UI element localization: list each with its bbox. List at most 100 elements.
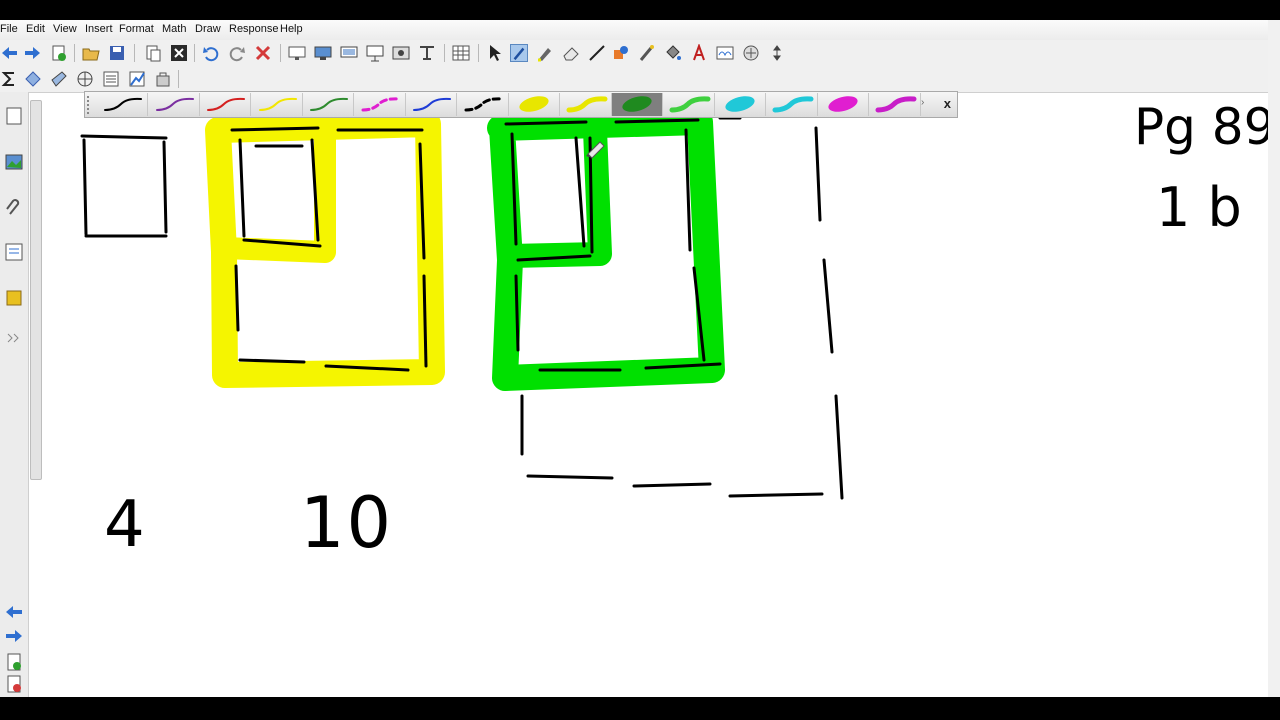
line-icon[interactable] bbox=[588, 44, 606, 62]
main-toolbar bbox=[0, 40, 1280, 66]
pen-swatch[interactable] bbox=[818, 93, 869, 116]
pen-color-mark bbox=[725, 96, 755, 112]
magic-pen-icon[interactable] bbox=[638, 44, 656, 62]
open-icon[interactable] bbox=[82, 44, 100, 62]
pen-swatch[interactable] bbox=[97, 93, 148, 116]
delete-page-sidebar-icon[interactable] bbox=[4, 674, 24, 694]
undo-icon[interactable] bbox=[202, 44, 220, 62]
right-sidebar-edge bbox=[1268, 20, 1280, 697]
vertical-scrollbar[interactable] bbox=[30, 100, 42, 480]
menu-response[interactable]: Response bbox=[229, 23, 279, 35]
pen-swatch[interactable] bbox=[200, 93, 251, 116]
pen-stroke-icon bbox=[464, 97, 503, 112]
redo-icon[interactable] bbox=[228, 44, 246, 62]
pen-color-mark bbox=[464, 97, 503, 112]
pen-color-mark bbox=[669, 96, 710, 113]
menu-insert[interactable]: Insert bbox=[85, 23, 113, 35]
pen-swatch[interactable] bbox=[561, 93, 612, 116]
eraser-icon[interactable] bbox=[562, 44, 580, 62]
menu-edit[interactable]: Edit bbox=[26, 23, 45, 35]
pen-color-mark bbox=[361, 97, 400, 112]
pen-swatch[interactable] bbox=[715, 93, 766, 116]
pen-swatch[interactable] bbox=[355, 93, 406, 116]
pen-stroke-icon bbox=[207, 97, 245, 111]
add-page-icon[interactable] bbox=[50, 44, 68, 62]
pen-icon[interactable] bbox=[510, 44, 528, 62]
delete-icon[interactable] bbox=[254, 44, 272, 62]
display-icon[interactable] bbox=[314, 44, 332, 62]
chart-icon[interactable] bbox=[102, 70, 120, 88]
pen-swatch[interactable] bbox=[303, 93, 354, 116]
pen-stroke-icon bbox=[566, 96, 607, 113]
add-page-sidebar-icon[interactable] bbox=[4, 652, 24, 672]
pen-swatch[interactable] bbox=[612, 93, 663, 116]
toolbar-separator bbox=[444, 44, 445, 62]
pen-color-mark bbox=[155, 97, 194, 111]
page-sorter-icon[interactable] bbox=[4, 106, 24, 126]
screen-shade-icon[interactable] bbox=[288, 44, 306, 62]
secondary-toolbar bbox=[0, 66, 1280, 93]
pen-swatch[interactable] bbox=[509, 93, 560, 116]
menu-help[interactable]: Help bbox=[280, 23, 303, 35]
app-window: 4 10 Pg 89 1 b File Edit View Insert For… bbox=[0, 20, 1280, 697]
forward-icon[interactable] bbox=[24, 44, 42, 62]
pen-swatch[interactable] bbox=[870, 93, 921, 116]
pen-color-mark bbox=[104, 97, 142, 111]
graph-icon[interactable] bbox=[128, 70, 146, 88]
pen-color-mark bbox=[310, 97, 348, 111]
tools-icon[interactable] bbox=[154, 70, 172, 88]
palette-grip[interactable] bbox=[87, 96, 95, 114]
pen-color-mark bbox=[207, 97, 245, 111]
properties-icon[interactable] bbox=[742, 44, 760, 62]
handwriting-icon[interactable] bbox=[716, 44, 734, 62]
back-icon[interactable] bbox=[0, 44, 18, 62]
table-icon[interactable] bbox=[452, 44, 470, 62]
shape-dashed-ink bbox=[520, 116, 844, 500]
pen-color-mark bbox=[413, 97, 451, 111]
paste-icon[interactable] bbox=[144, 44, 162, 62]
pen-swatch[interactable] bbox=[664, 93, 715, 116]
menu-view[interactable]: View bbox=[53, 23, 77, 35]
palette-close-button[interactable]: x bbox=[944, 96, 951, 111]
capture-icon[interactable] bbox=[392, 44, 410, 62]
gallery-icon[interactable] bbox=[4, 152, 24, 172]
measure-icon[interactable] bbox=[76, 70, 94, 88]
pen-color-mark bbox=[566, 96, 607, 113]
select-icon[interactable] bbox=[486, 44, 504, 62]
move-toolbar-icon[interactable] bbox=[768, 44, 786, 62]
creative-pen-icon[interactable] bbox=[50, 70, 68, 88]
previous-page-icon[interactable] bbox=[4, 602, 24, 622]
pen-swatch[interactable] bbox=[458, 93, 509, 116]
text-icon[interactable] bbox=[690, 44, 708, 62]
properties-panel-icon[interactable] bbox=[4, 242, 24, 262]
delete-page-icon[interactable] bbox=[170, 44, 188, 62]
pen-stroke-icon bbox=[361, 97, 400, 112]
palette-more-icon[interactable]: › bbox=[921, 97, 924, 108]
pen-swatch[interactable] bbox=[149, 93, 200, 116]
whiteboard-canvas[interactable] bbox=[0, 20, 1280, 697]
spotlight-icon[interactable] bbox=[418, 44, 436, 62]
pen-stroke-icon bbox=[725, 96, 755, 112]
pen-palette: › x bbox=[84, 91, 958, 118]
pen-swatch[interactable] bbox=[406, 93, 457, 116]
attachment-icon[interactable] bbox=[4, 198, 24, 218]
pen-stroke-icon bbox=[875, 96, 916, 113]
collapse-sidebar-icon[interactable] bbox=[4, 328, 24, 348]
pen-swatch[interactable] bbox=[252, 93, 303, 116]
save-icon[interactable] bbox=[108, 44, 126, 62]
pen-stroke-icon bbox=[310, 97, 348, 111]
next-page-icon[interactable] bbox=[4, 626, 24, 646]
shape-recognition-icon[interactable] bbox=[24, 70, 42, 88]
pen-swatch[interactable] bbox=[767, 93, 818, 116]
addons-icon[interactable] bbox=[4, 288, 24, 308]
menu-file[interactable]: File bbox=[0, 23, 18, 35]
sigma-icon[interactable] bbox=[0, 70, 18, 88]
presentation-icon[interactable] bbox=[366, 44, 384, 62]
fill-icon[interactable] bbox=[664, 44, 682, 62]
shapes-icon[interactable] bbox=[612, 44, 630, 62]
fullscreen-icon[interactable] bbox=[340, 44, 358, 62]
menu-format[interactable]: Format bbox=[119, 23, 154, 35]
menu-draw[interactable]: Draw bbox=[195, 23, 221, 35]
highlighter-icon[interactable] bbox=[536, 44, 554, 62]
menu-math[interactable]: Math bbox=[162, 23, 186, 35]
